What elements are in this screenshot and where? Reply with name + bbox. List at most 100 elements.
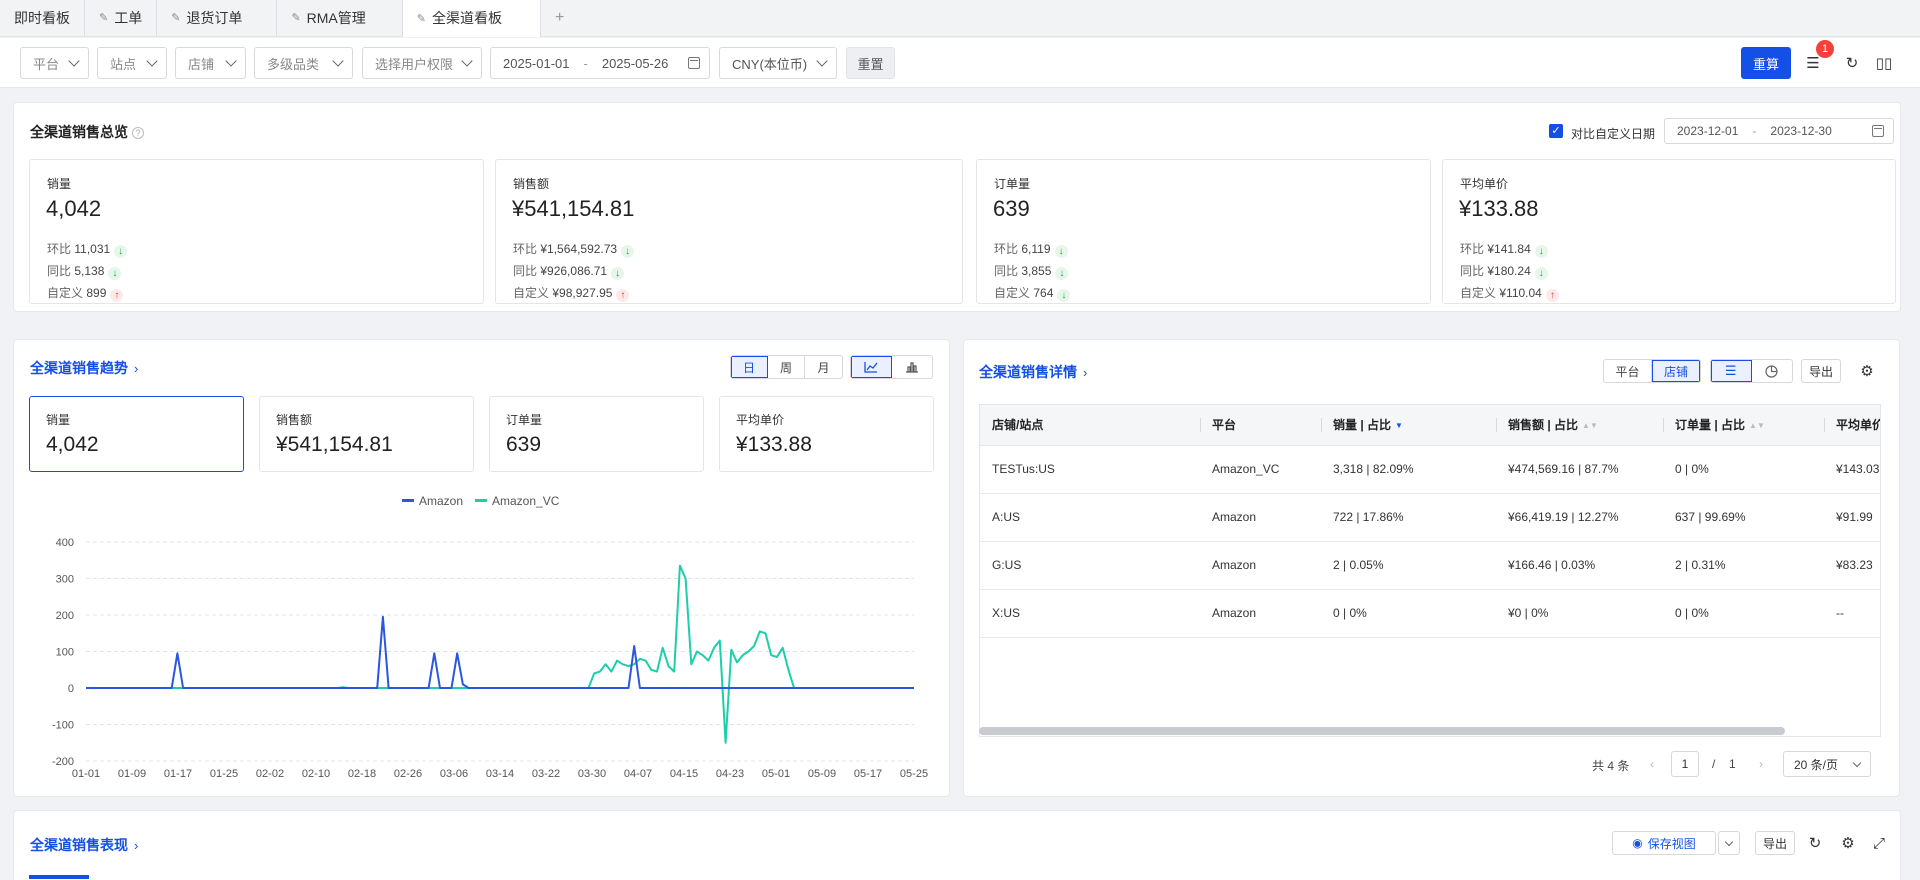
currency-select[interactable]: CNY(本位币) (719, 47, 837, 79)
x-tick-label: 05-25 (900, 768, 928, 780)
kpi-label: 平均单价 (736, 413, 785, 427)
trend-kpi-quantity[interactable]: 销量 4,042 (29, 396, 244, 472)
page-input[interactable]: 1 (1671, 751, 1699, 777)
next-page-icon[interactable]: › (1759, 757, 1763, 771)
cell-store: G:US (980, 541, 1200, 590)
dim-platform[interactable]: 平台 (1604, 360, 1653, 382)
detail-title-text: 全渠道销售详情 (979, 364, 1077, 380)
legend-swatch (402, 499, 414, 502)
date-range-picker[interactable]: 2025-01-01 - 2025-05-26 (490, 47, 710, 79)
detail-export-button[interactable]: 导出 (1801, 359, 1841, 383)
cmp-key: 环比 (47, 242, 72, 256)
pin-icon: ✎ (291, 12, 301, 24)
performance-export-button[interactable]: 导出 (1755, 831, 1795, 855)
x-tick-label: 03-06 (440, 768, 468, 780)
kpi-label: 平均单价 (1460, 177, 1509, 191)
arrow-up-icon: ↑ (616, 289, 630, 302)
gear-icon[interactable]: ⚙ (1839, 834, 1857, 852)
tab-label: 即时看板 (14, 9, 70, 26)
col-quantity[interactable]: 销量 | 占比 ▼ (1321, 405, 1496, 446)
trend-kpi-avg-price[interactable]: 平均单价 ¥133.88 (719, 396, 934, 472)
col-divider (1496, 418, 1497, 432)
series-line-amazon_vc (86, 564, 914, 744)
tab-return-orders[interactable]: ✎ 退货订单 (157, 0, 278, 36)
x-tick-label: 05-17 (854, 768, 882, 780)
book-icon[interactable]: ▯▯ (1875, 54, 1893, 72)
performance-tab-active[interactable] (29, 875, 89, 879)
chevron-down-icon (1852, 758, 1862, 768)
compare-date-separator: - (1752, 124, 1757, 138)
trend-title-link[interactable]: 全渠道销售趋势 › (30, 358, 138, 378)
category-select[interactable]: 多级品类 (254, 47, 353, 79)
chevron-down-icon (68, 55, 80, 67)
pie-view-icon[interactable] (1752, 360, 1793, 382)
permission-select-label: 选择用户权限 (375, 56, 454, 72)
expand-icon[interactable]: ⤢ (1870, 834, 1888, 852)
cmp-value: 764 (1033, 286, 1054, 300)
col-orders[interactable]: 订单量 | 占比 ▲▼ (1663, 405, 1824, 446)
horizontal-scrollbar[interactable] (979, 727, 1785, 735)
table-row[interactable]: G:US Amazon 2 | 0.05% ¥166.46 | 0.03% 2 … (980, 541, 1880, 590)
tab-workorder[interactable]: ✎ 工单 (85, 0, 158, 36)
dim-store[interactable]: 店铺 (1652, 360, 1700, 382)
chevron-down-icon (1724, 837, 1734, 846)
list-view-icon[interactable]: ☰ (1711, 360, 1752, 382)
help-icon[interactable]: ? (132, 127, 144, 139)
total-count: 共 4 条 (1592, 759, 1630, 773)
tab-rma[interactable]: ✎ RMA管理 (277, 0, 403, 36)
compare-checkbox[interactable]: ✓ (1549, 124, 1563, 138)
compare-date-range[interactable]: 2023-12-01 - 2023-12-30 (1664, 118, 1894, 144)
sort-icon[interactable]: ▲▼ (1582, 421, 1598, 430)
kpi-card-sales: 销售额 ¥541,154.81 环比 ¥1,564,592.73 ↓ 同比 ¥92… (495, 159, 963, 304)
refresh-icon[interactable]: ↻ (1806, 834, 1824, 852)
add-tab-button[interactable]: + (541, 0, 578, 36)
cell-sales: ¥166.46 | 0.03% (1496, 541, 1663, 590)
period-week[interactable]: 周 (768, 356, 805, 378)
col-divider (1824, 418, 1825, 432)
total-pages: 1 (1729, 757, 1736, 771)
reset-button[interactable]: 重置 (846, 47, 895, 79)
sort-icon[interactable]: ▲▼ (1749, 421, 1765, 430)
col-avg-price[interactable]: 平均单价 (1824, 405, 1880, 446)
date-start[interactable]: 2025-01-01 (503, 56, 570, 71)
arrow-down-icon: ↓ (1534, 267, 1548, 280)
col-sales[interactable]: 销售额 | 占比 ▲▼ (1496, 405, 1663, 446)
kpi-card-avg-price: 平均单价 ¥133.88 环比 ¥141.84 ↓ 同比 ¥180.24 ↓ 自定义… (1442, 159, 1896, 304)
compare-date-start[interactable]: 2023-12-01 (1677, 124, 1738, 138)
store-select[interactable]: 店铺 (175, 47, 246, 79)
task-list-icon[interactable]: ☰ (1804, 54, 1822, 72)
arrow-up-icon: ↑ (110, 289, 124, 302)
table-row[interactable]: X:US Amazon 0 | 0% ¥0 | 0% 0 | 0% -- (980, 589, 1880, 638)
y-tick-label: 300 (56, 574, 74, 586)
table-row[interactable]: A:US Amazon 722 | 17.86% ¥66,419.19 | 12… (980, 493, 1880, 542)
line-chart-icon[interactable] (851, 356, 892, 378)
gear-icon[interactable]: ⚙ (1858, 362, 1876, 380)
bar-chart-icon[interactable] (892, 356, 933, 378)
tab-omnichannel-board[interactable]: ✎ 全渠道看板 (402, 0, 541, 37)
table-row[interactable]: TESTus:US Amazon_VC 3,318 | 82.09% ¥474,… (980, 445, 1880, 494)
performance-title-link[interactable]: 全渠道销售表现 › (30, 835, 138, 855)
site-select[interactable]: 站点 (97, 47, 167, 79)
cmp-value: ¥98,927.95 (552, 286, 613, 300)
save-view-dropdown[interactable] (1718, 831, 1740, 855)
period-month[interactable]: 月 (805, 356, 842, 378)
trend-kpi-sales[interactable]: 销售额 ¥541,154.81 (259, 396, 474, 472)
period-day[interactable]: 日 (731, 356, 768, 378)
trend-line-chart: 400 300 200 100 0 -100 -20001-01 01-09 01-17 01-2… (52, 494, 928, 780)
trend-kpi-orders[interactable]: 订单量 639 (489, 396, 704, 472)
kpi-mom: 环比 ¥1,564,592.73 ↓ (513, 240, 635, 258)
cell-avg-price: ¥143.03 (1824, 445, 1880, 494)
recalculate-button[interactable]: 重算 (1741, 47, 1791, 79)
date-end[interactable]: 2025-05-26 (602, 56, 669, 71)
filter-bar: 平台 站点 店铺 多级品类 选择用户权限 2025-01-01 - 2025-0… (0, 38, 1920, 88)
save-view-button[interactable]: ◉ 保存视图 (1612, 831, 1716, 855)
compare-date-end[interactable]: 2023-12-30 (1770, 124, 1831, 138)
tab-instant-board[interactable]: 即时看板 (0, 0, 85, 36)
page-size-select[interactable]: 20 条/页 (1783, 751, 1871, 777)
refresh-icon[interactable]: ↻ (1843, 54, 1861, 72)
sort-desc-icon[interactable]: ▼ (1395, 421, 1403, 430)
prev-page-icon[interactable]: ‹ (1650, 757, 1654, 771)
permission-select[interactable]: 选择用户权限 (362, 47, 482, 79)
detail-title-link[interactable]: 全渠道销售详情 › (979, 362, 1087, 382)
platform-select[interactable]: 平台 (20, 47, 89, 79)
